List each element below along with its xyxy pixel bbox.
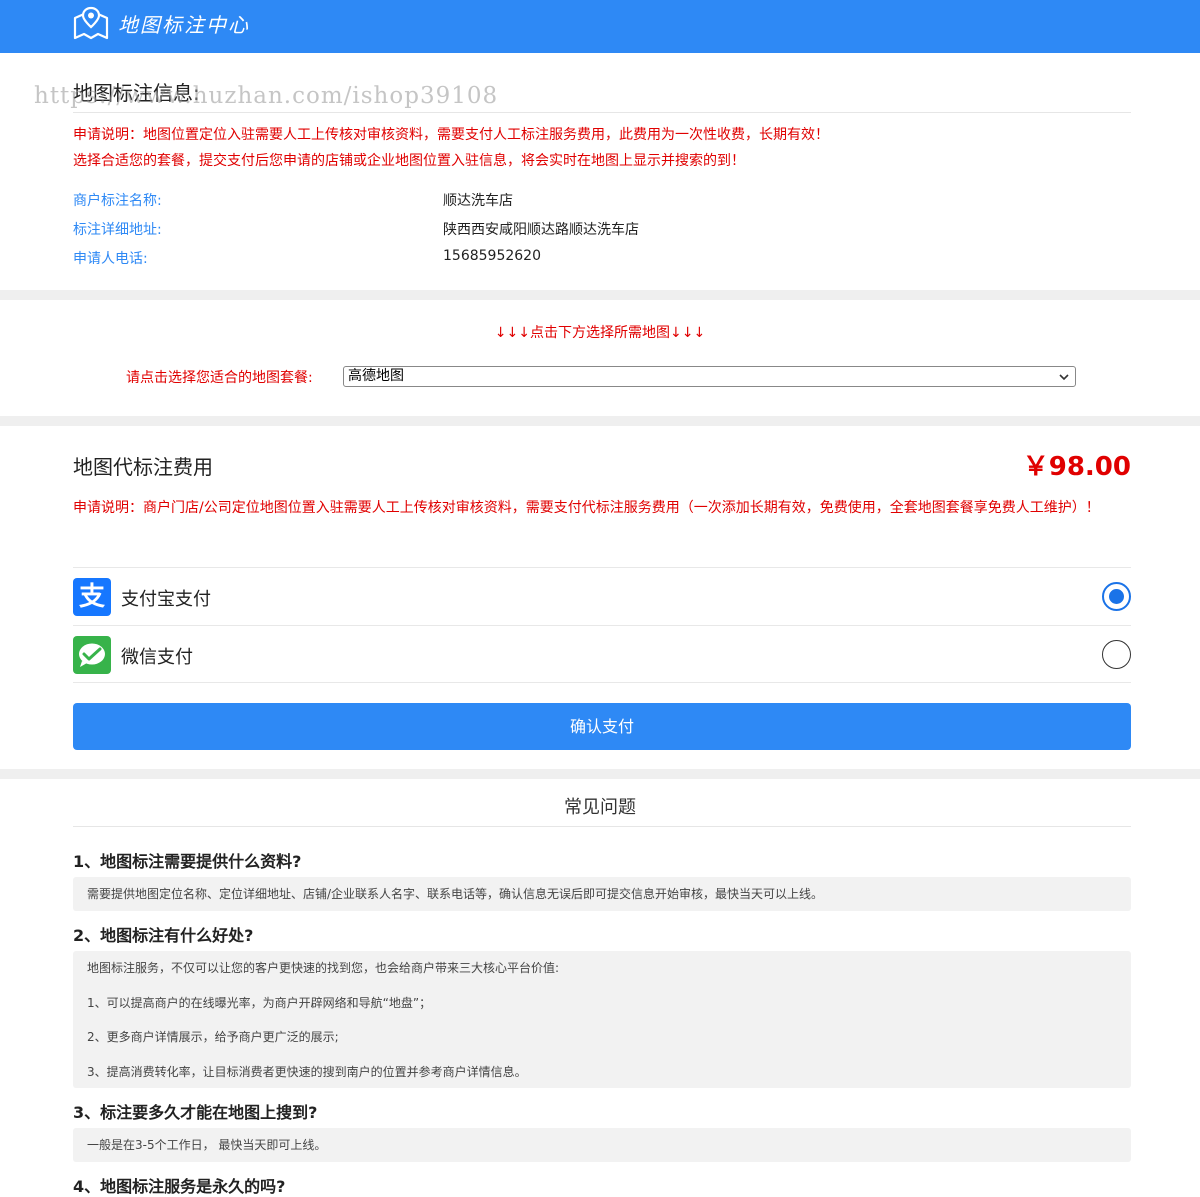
fee-panel: 地图代标注费用 ￥98.00 申请说明：商户门店/公司定位地图位置入驻需要人工上… bbox=[0, 426, 1200, 769]
faq-panel: 常见问题 1、地图标注需要提供什么资料? 需要提供地图定位名称、定位详细地址、店… bbox=[0, 779, 1200, 1197]
info-note-line1: 申请说明：地图位置定位入驻需要人工上传核对审核资料，需要支付人工标注服务费用，此… bbox=[73, 127, 829, 143]
info-row-phone: 申请人电话: 15685952620 bbox=[73, 248, 873, 268]
site-logo[interactable]: 地图标注中心 bbox=[72, 6, 250, 40]
faq-answer-text: 一般是在3-5个工作日， 最快当天即可上线。 bbox=[87, 1138, 327, 1152]
faq-answer: 地图标注服务，不仅可以让您的客户更快速的找到您，也会给商户带来三大核心平台价值:… bbox=[73, 951, 1131, 1088]
select-label: 请点击选择您适合的地图套餐: bbox=[126, 370, 313, 386]
confirm-pay-button[interactable]: 确认支付 bbox=[73, 703, 1131, 750]
info-row-name: 商户标注名称: 顺达洗车店 bbox=[73, 190, 873, 210]
logo-text: 地图标注中心 bbox=[118, 12, 250, 37]
alipay-radio[interactable] bbox=[1102, 582, 1131, 611]
faq-answer-text: 3、提高消费转化率，让目标消费者更快速的搜到南户的位置并参考商户详情信息。 bbox=[87, 1064, 527, 1079]
fee-price: ￥98.00 bbox=[1022, 452, 1131, 482]
faq-question: 2、地图标注有什么好处? bbox=[73, 926, 254, 945]
info-value: 陕西西安咸阳顺达路顺达洗车店 bbox=[443, 222, 639, 238]
faq-answer-text: 地图标注服务，不仅可以让您的客户更快速的找到您，也会给商户带来三大核心平台价值: bbox=[87, 961, 560, 975]
info-label: 申请人电话: bbox=[73, 251, 148, 267]
select-value: 高德地图 bbox=[348, 368, 404, 384]
top-header: 地图标注中心 bbox=[0, 0, 1200, 53]
faq-answer: 一般是在3-5个工作日， 最快当天即可上线。 bbox=[73, 1128, 1131, 1162]
alipay-icon: 支 bbox=[73, 578, 111, 616]
faq-answer-text: 需要提供地图定位名称、定位详细地址、店铺/企业联系人名字、联系电话等，确认信息无… bbox=[87, 887, 824, 901]
wechat-radio[interactable] bbox=[1102, 640, 1131, 669]
wechat-icon bbox=[73, 636, 111, 674]
faq-answer-text: 1、可以提高商户的在线曝光率，为商户开辟网络和导航“地盘”； bbox=[87, 995, 432, 1010]
info-note-line2: 选择合适您的套餐，提交支付后您申请的店铺或企业地图位置入驻信息，将会实时在地图上… bbox=[73, 153, 745, 169]
map-pin-icon bbox=[73, 6, 109, 40]
map-package-select[interactable]: 高德地图 bbox=[343, 366, 1076, 387]
fee-note: 申请说明：商户门店/公司定位地图位置入驻需要人工上传核对审核资料，需要支付代标注… bbox=[73, 500, 1100, 516]
chevron-down-icon bbox=[1059, 370, 1069, 389]
info-value: 15685952620 bbox=[443, 248, 541, 264]
faq-question: 4、地图标注服务是永久的吗? bbox=[73, 1177, 286, 1196]
map-selector-panel: ↓↓↓点击下方选择所需地图↓↓↓ 请点击选择您适合的地图套餐: 高德地图 bbox=[0, 300, 1200, 416]
payment-label: 支付宝支付 bbox=[121, 589, 211, 610]
payment-option-wechat[interactable]: 微信支付 bbox=[73, 625, 1131, 683]
divider bbox=[73, 112, 1131, 113]
info-panel: 地图标注信息: https://www.huzhan.com/ishop3910… bbox=[0, 53, 1200, 290]
faq-answer: 需要提供地图定位名称、定位详细地址、店铺/企业联系人名字、联系电话等，确认信息无… bbox=[73, 877, 1131, 911]
watermark: https://www.huzhan.com/ishop39108 bbox=[34, 83, 499, 109]
faq-answer-text: 2、更多商户详情展示，给予商户更广泛的展示; bbox=[87, 1030, 339, 1044]
faq-question: 3、标注要多久才能在地图上搜到? bbox=[73, 1103, 318, 1122]
info-label: 商户标注名称: bbox=[73, 193, 162, 209]
payment-label: 微信支付 bbox=[121, 647, 193, 668]
faq-question: 1、地图标注需要提供什么资料? bbox=[73, 852, 302, 871]
info-label: 标注详细地址: bbox=[73, 222, 162, 238]
divider bbox=[73, 826, 1131, 827]
faq-title: 常见问题 bbox=[564, 797, 636, 818]
payment-option-alipay[interactable]: 支 支付宝支付 bbox=[73, 567, 1131, 625]
info-value: 顺达洗车店 bbox=[443, 193, 513, 209]
select-tip: ↓↓↓点击下方选择所需地图↓↓↓ bbox=[494, 325, 706, 341]
fee-title: 地图代标注费用 bbox=[73, 455, 213, 479]
info-row-address: 标注详细地址: 陕西西安咸阳顺达路顺达洗车店 bbox=[73, 219, 873, 239]
